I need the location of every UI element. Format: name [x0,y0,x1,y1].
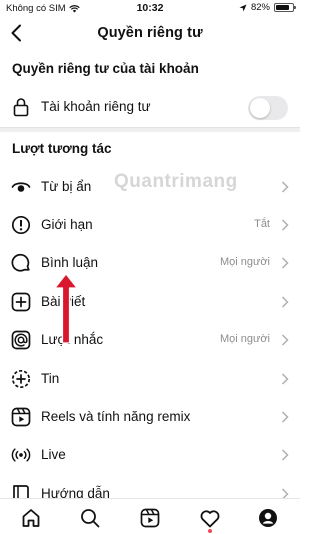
chevron-right-icon [281,219,289,231]
row-label: Reels và tính năng remix [41,409,191,424]
bottom-tab-bar [0,498,300,534]
row-value: Mọi người [219,256,270,268]
home-icon [22,509,40,527]
toggle-knob [250,98,270,118]
row-value: Tắt [254,218,270,230]
chevron-right-icon [281,334,289,346]
interactions-section-title: Lượt tương tác [12,141,112,156]
lock-icon [11,97,31,117]
reels-icon [11,407,31,427]
row-label: Bình luận [41,255,99,270]
reels-tab-icon [140,508,160,528]
tab-home[interactable] [20,507,42,529]
eye-icon [11,177,31,197]
notification-dot [208,529,212,533]
status-right: 82% [239,2,296,13]
tab-reels[interactable] [139,507,161,529]
nav-header: Quyền riêng tư [0,18,300,48]
page-title: Quyền riêng tư [97,25,203,41]
chevron-right-icon [281,296,289,308]
chevron-right-icon [281,181,289,193]
restrict-icon [11,215,31,235]
live-icon [11,445,31,465]
tab-search[interactable] [79,507,101,529]
battery-icon [274,3,296,12]
settings-row-reels[interactable]: Reels và tính năng remix [0,398,300,436]
settings-row-comments[interactable]: Bình luận Mọi người [0,244,300,282]
row-value: Mọi người [219,333,270,345]
settings-row-restrict[interactable]: Giới hạn Tắt [0,206,300,244]
post-plus-icon [11,292,31,312]
private-account-row[interactable]: Tài khoản riêng tư [0,88,300,126]
annotation-arrow [54,273,78,344]
search-icon [81,509,100,528]
story-icon [11,369,31,389]
account-section-title: Quyền riêng tư của tài khoản [12,61,199,76]
chevron-right-icon [281,373,289,385]
settings-row-live[interactable]: Live [0,436,300,474]
settings-row-mentions[interactable]: Lượt nhắc Mọi người [0,321,300,359]
row-label: Giới hạn [41,217,93,232]
chevron-right-icon [281,411,289,423]
section-divider [0,127,300,132]
battery-percent: 82% [250,2,270,13]
tab-activity[interactable] [199,507,221,529]
profile-icon [259,509,277,527]
heart-icon [200,509,220,527]
settings-row-story[interactable]: Tin [0,360,300,398]
settings-row-posts[interactable]: Bài viết [0,283,300,321]
battery-fill [276,5,289,10]
private-account-label: Tài khoản riêng tư [41,99,151,114]
comment-icon [11,253,31,273]
mention-icon [11,330,31,350]
chevron-right-icon [281,449,289,461]
location-arrow-icon [239,4,247,11]
status-bar: Không có SIM 10:32 82% [0,0,300,18]
settings-row-hidden-words[interactable]: Từ bị ẩn [0,168,300,206]
tab-profile[interactable] [257,507,279,529]
row-label: Tin [41,371,60,386]
chevron-right-icon [281,257,289,269]
row-label: Live [41,447,66,462]
private-account-toggle[interactable] [248,96,288,120]
row-label: Từ bị ẩn [41,179,92,194]
